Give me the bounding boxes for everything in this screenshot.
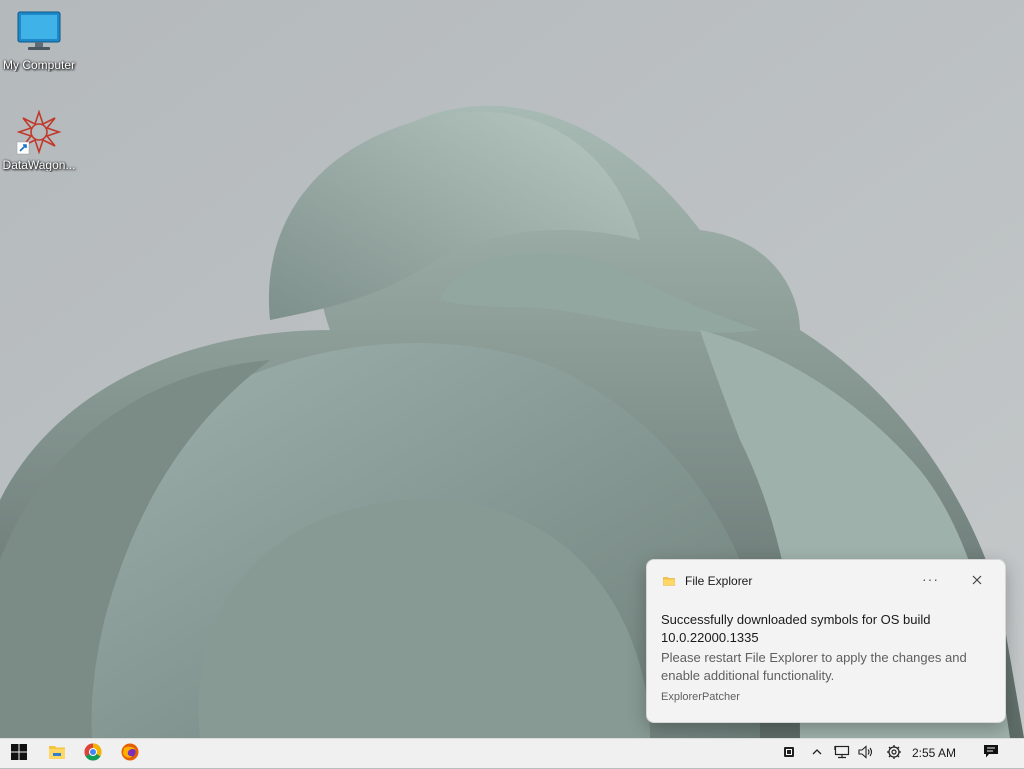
desktop-icon-label: DataWagon... — [2, 158, 76, 172]
tray-app-button[interactable] — [780, 739, 798, 769]
action-center-button[interactable] — [980, 739, 1002, 769]
toast-header: File Explorer ··· — [661, 571, 991, 589]
network-icon — [833, 745, 850, 764]
datawagon-app-icon — [15, 108, 63, 156]
firefox-icon — [121, 743, 139, 766]
taskbar: 2:55 AM — [0, 738, 1024, 768]
toast-title: Successfully downloaded symbols for OS b… — [661, 612, 931, 645]
action-center-icon — [983, 744, 999, 764]
chrome-icon — [84, 743, 102, 766]
toast-app-name: File Explorer — [685, 574, 753, 588]
volume-button[interactable] — [856, 739, 876, 769]
close-icon[interactable] — [969, 572, 985, 588]
toast-notification[interactable]: File Explorer ··· Successfully downloade… — [646, 559, 1006, 723]
taskbar-file-explorer[interactable] — [40, 739, 74, 769]
start-icon — [11, 743, 27, 765]
settings-gear-icon — [886, 744, 902, 765]
show-hidden-icons-button[interactable] — [808, 739, 826, 769]
network-button[interactable] — [832, 739, 852, 769]
monitor-icon — [15, 8, 63, 56]
desktop-icon-label: My Computer — [2, 58, 76, 72]
tray-app-icon — [783, 745, 795, 763]
desktop-icon-my-computer[interactable]: My Computer — [0, 8, 78, 72]
taskbar-clock[interactable]: 2:55 AM — [912, 746, 956, 760]
toast-attribution: ExplorerPatcher — [661, 691, 740, 703]
folder-icon — [663, 574, 675, 586]
desktop-icon-datawagon[interactable]: DataWagon... — [0, 108, 78, 172]
toast-body: Please restart File Explorer to apply th… — [661, 650, 967, 683]
taskbar-chrome[interactable] — [76, 739, 110, 769]
more-options-button[interactable]: ··· — [922, 571, 939, 587]
file-explorer-icon — [48, 744, 66, 765]
chevron-up-icon — [811, 745, 823, 763]
start-button[interactable] — [2, 739, 36, 769]
taskbar-firefox[interactable] — [113, 739, 147, 769]
volume-icon — [858, 744, 874, 764]
settings-button[interactable] — [884, 739, 904, 769]
